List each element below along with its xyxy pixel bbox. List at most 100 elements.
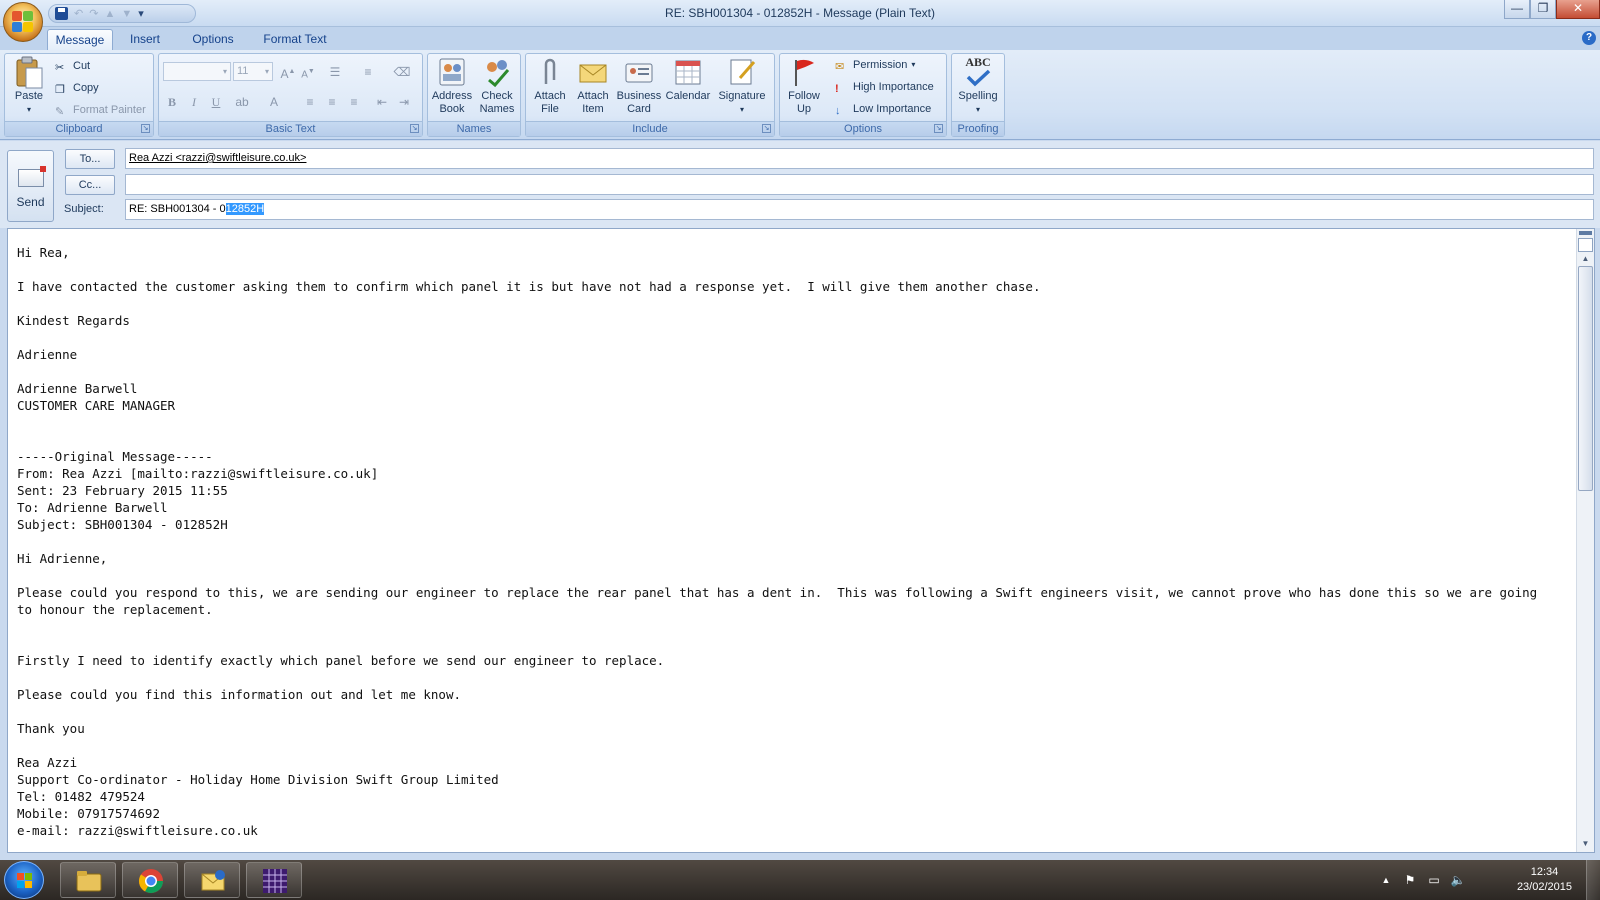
title-bar: ↶ ↷ ▲ ▼ ▾ RE: SBH001304 - 012852H - Mess… (0, 0, 1600, 42)
taskbar-calendar-app[interactable] (246, 862, 302, 898)
window-title: RE: SBH001304 - 012852H - Message (Plain… (665, 6, 935, 20)
check-names-button[interactable]: Check Names (475, 56, 519, 116)
scroll-down-icon[interactable]: ▼ (1577, 836, 1594, 852)
basic-text-launcher-icon[interactable]: ↘ (410, 124, 419, 133)
clock[interactable]: 12:34 23/02/2015 (1517, 865, 1572, 895)
envelope-icon (577, 56, 609, 88)
close-button[interactable]: ✕ (1556, 0, 1600, 19)
system-tray: ▲ ⚑ ▭ 🔈 12:34 23/02/2015 (1370, 860, 1600, 900)
names-group: Address Book Check Names Names (427, 53, 521, 137)
show-desktop-button[interactable] (1586, 860, 1600, 900)
window-controls: — ❐ ✕ (1504, 0, 1600, 19)
scroll-up-icon[interactable]: ▲ (1577, 251, 1594, 267)
scroll-thumb[interactable] (1578, 266, 1593, 491)
recipient-name[interactable]: Rea Azzi <razzi@swiftleisure.co.uk> (129, 152, 306, 164)
grow-font-icon[interactable]: A▲ (277, 62, 299, 82)
exclamation-icon: ! (835, 83, 839, 95)
restore-button[interactable]: ❐ (1530, 0, 1556, 19)
font-size-combo[interactable]: 11 (233, 62, 273, 81)
high-importance-button[interactable]: ! High Importance (835, 78, 934, 96)
cut-button[interactable]: ✂ Cut (55, 57, 90, 75)
subject-text: RE: SBH001304 - 0 (129, 203, 226, 215)
numbering-icon[interactable]: ≡ (357, 62, 379, 82)
help-icon[interactable]: ? (1582, 31, 1596, 45)
send-button[interactable]: Send (7, 150, 54, 222)
align-center-icon[interactable]: ≡ (321, 92, 343, 112)
align-right-icon[interactable]: ≡ (343, 92, 365, 112)
office-button[interactable] (3, 2, 43, 42)
message-body[interactable]: Hi Rea, I have contacted the customer as… (7, 228, 1595, 853)
font-name-combo[interactable] (163, 62, 231, 81)
network-icon[interactable]: ▭ (1426, 872, 1442, 888)
paste-button[interactable]: Paste ▾ (8, 56, 50, 116)
to-field[interactable]: Rea Azzi <razzi@swiftleisure.co.uk> (125, 148, 1594, 169)
include-launcher-icon[interactable]: ↘ (762, 124, 771, 133)
spelling-button[interactable]: ABC Spelling ▾ (954, 56, 1002, 116)
attach-file-button[interactable]: Attach File (529, 56, 571, 116)
tab-message[interactable]: Message (47, 29, 113, 50)
tab-insert[interactable]: Insert (120, 29, 170, 50)
options-group-label: Options (780, 121, 946, 136)
bullets-icon[interactable]: ☰ (324, 62, 346, 82)
options-launcher-icon[interactable]: ↘ (934, 124, 943, 133)
taskbar-chrome[interactable] (122, 862, 178, 898)
clipboard-launcher-icon[interactable]: ↘ (141, 124, 150, 133)
decrease-indent-icon[interactable]: ⇤ (371, 92, 393, 112)
business-card-icon (623, 56, 655, 88)
check-names-icon (481, 56, 513, 88)
clipboard-group: Paste ▾ ✂ Cut ❐ Copy ✎ Format Painter Cl… (4, 53, 154, 137)
attach-item-button[interactable]: Attach Item (572, 56, 614, 116)
tab-format-text[interactable]: Format Text (254, 29, 336, 50)
follow-up-button[interactable]: Follow Up (783, 56, 825, 116)
cc-field[interactable] (125, 174, 1594, 195)
proofing-group: ABC Spelling ▾ Proofing (951, 53, 1005, 137)
calendar-app-icon (261, 867, 289, 895)
ruler-toggle-icon[interactable] (1578, 238, 1593, 252)
low-importance-button[interactable]: ↓ Low Importance (835, 100, 931, 118)
italic-button[interactable]: I (183, 92, 205, 112)
chrome-icon (137, 867, 165, 895)
include-group: Attach File Attach Item Business Card Ca… (525, 53, 775, 137)
underline-button[interactable]: U (205, 92, 227, 112)
cc-button[interactable]: Cc... (65, 175, 115, 195)
message-body-text[interactable]: Hi Rea, I have contacted the customer as… (17, 244, 1557, 839)
spelling-check-icon: ABC (962, 56, 994, 88)
increase-indent-icon[interactable]: ⇥ (393, 92, 415, 112)
subject-field[interactable]: RE: SBH001304 - 012852H (125, 199, 1594, 220)
office-logo-icon (12, 11, 34, 33)
action-center-flag-icon[interactable]: ⚑ (1402, 872, 1418, 888)
to-button[interactable]: To... (65, 149, 115, 169)
permission-button[interactable]: ✉ Permission ▾ (835, 56, 915, 74)
bold-button[interactable]: B (161, 92, 183, 112)
address-book-button[interactable]: Address Book (430, 56, 474, 116)
copy-button[interactable]: ❐ Copy (55, 79, 99, 97)
clipboard-group-label: Clipboard (5, 121, 153, 136)
start-button[interactable] (4, 861, 44, 899)
permission-icon: ✉ (835, 61, 845, 73)
taskbar-explorer[interactable] (60, 862, 116, 898)
paperclip-icon (534, 56, 566, 88)
clear-formatting-icon[interactable]: ⌫ (391, 62, 413, 82)
minimize-button[interactable]: — (1504, 0, 1530, 19)
font-color-icon[interactable]: A (263, 92, 285, 112)
spelling-dropdown-icon: ▾ (975, 105, 980, 114)
align-left-icon[interactable]: ≡ (299, 92, 321, 112)
signature-pen-icon (726, 56, 758, 88)
vertical-scrollbar[interactable]: ▲ ▼ (1576, 229, 1594, 852)
paintbrush-icon: ✎ (55, 106, 65, 118)
show-hidden-icons-icon[interactable]: ▲ (1378, 872, 1394, 888)
subject-selected-text: 12852H (225, 203, 265, 215)
windows-logo-icon (17, 873, 33, 889)
shrink-font-icon[interactable]: A▼ (297, 62, 319, 82)
format-painter-button[interactable]: ✎ Format Painter (55, 101, 146, 119)
taskbar-outlook[interactable] (184, 862, 240, 898)
basic-text-group: 11 A▲ A▼ ☰ ≡ ⌫ B I U ab A ≡ ≡ ≡ ⇤ ⇥ Basi… (158, 53, 423, 137)
split-handle-icon[interactable] (1579, 231, 1592, 235)
calendar-button[interactable]: Calendar (663, 56, 713, 103)
volume-icon[interactable]: 🔈 (1450, 872, 1466, 888)
business-card-button[interactable]: Business Card (615, 56, 663, 116)
tab-options[interactable]: Options (180, 29, 246, 50)
paste-dropdown-icon: ▾ (26, 105, 31, 114)
highlight-icon[interactable]: ab (231, 92, 253, 112)
signature-button[interactable]: Signature ▾ (714, 56, 770, 116)
